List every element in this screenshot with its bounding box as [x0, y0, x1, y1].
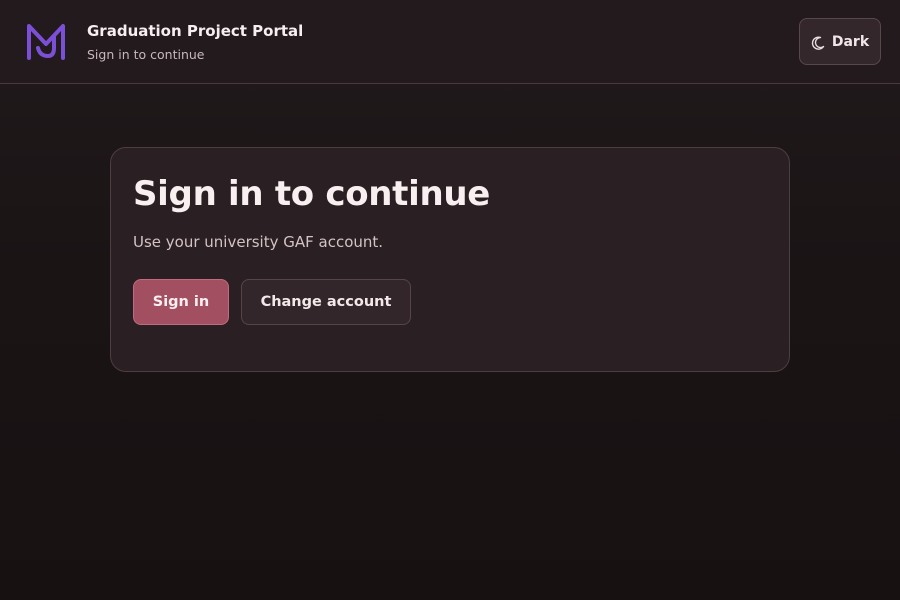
- sign-in-card: Sign in to continue Use your university …: [110, 147, 790, 372]
- theme-toggle-button[interactable]: Dark: [799, 18, 881, 65]
- app-subtitle: Sign in to continue: [87, 47, 205, 62]
- top-bar: Graduation Project Portal Sign in to con…: [0, 0, 900, 84]
- mj-monogram-icon: [26, 22, 68, 60]
- sign-in-button[interactable]: Sign in: [133, 279, 229, 325]
- app-title: Graduation Project Portal: [87, 22, 304, 40]
- theme-toggle-label: Dark: [831, 33, 870, 50]
- page: Graduation Project Portal Sign in to con…: [0, 0, 900, 600]
- card-description: Use your university GAF account.: [133, 233, 384, 251]
- moon-icon: [811, 35, 825, 50]
- change-account-button[interactable]: Change account: [241, 279, 411, 325]
- card-title: Sign in to continue: [133, 174, 491, 214]
